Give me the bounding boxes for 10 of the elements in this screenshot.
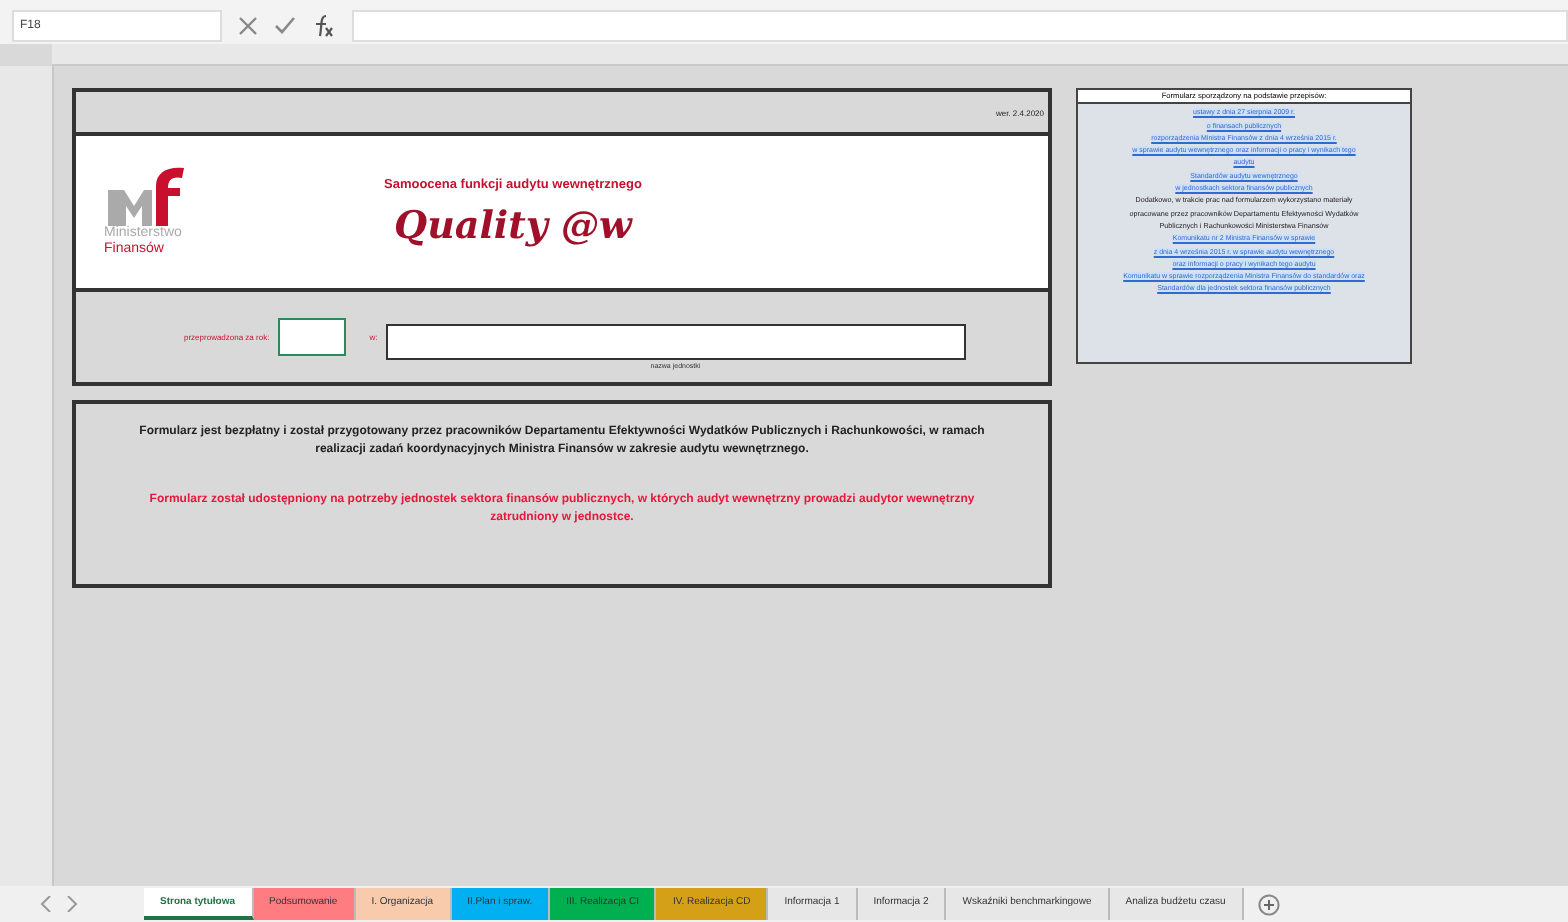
formula-field[interactable] <box>352 9 1568 41</box>
check-icon[interactable] <box>274 15 296 35</box>
previous-sheet-icon[interactable] <box>40 896 52 912</box>
next-sheet-icon[interactable] <box>66 896 78 912</box>
add-sheet-icon[interactable] <box>1257 893 1280 915</box>
year-field[interactable] <box>277 318 346 356</box>
cancel-icon[interactable] <box>238 15 258 35</box>
form-title: Quality @w <box>394 203 632 247</box>
unit-name-field[interactable] <box>385 323 966 359</box>
function-icon[interactable] <box>312 13 336 37</box>
